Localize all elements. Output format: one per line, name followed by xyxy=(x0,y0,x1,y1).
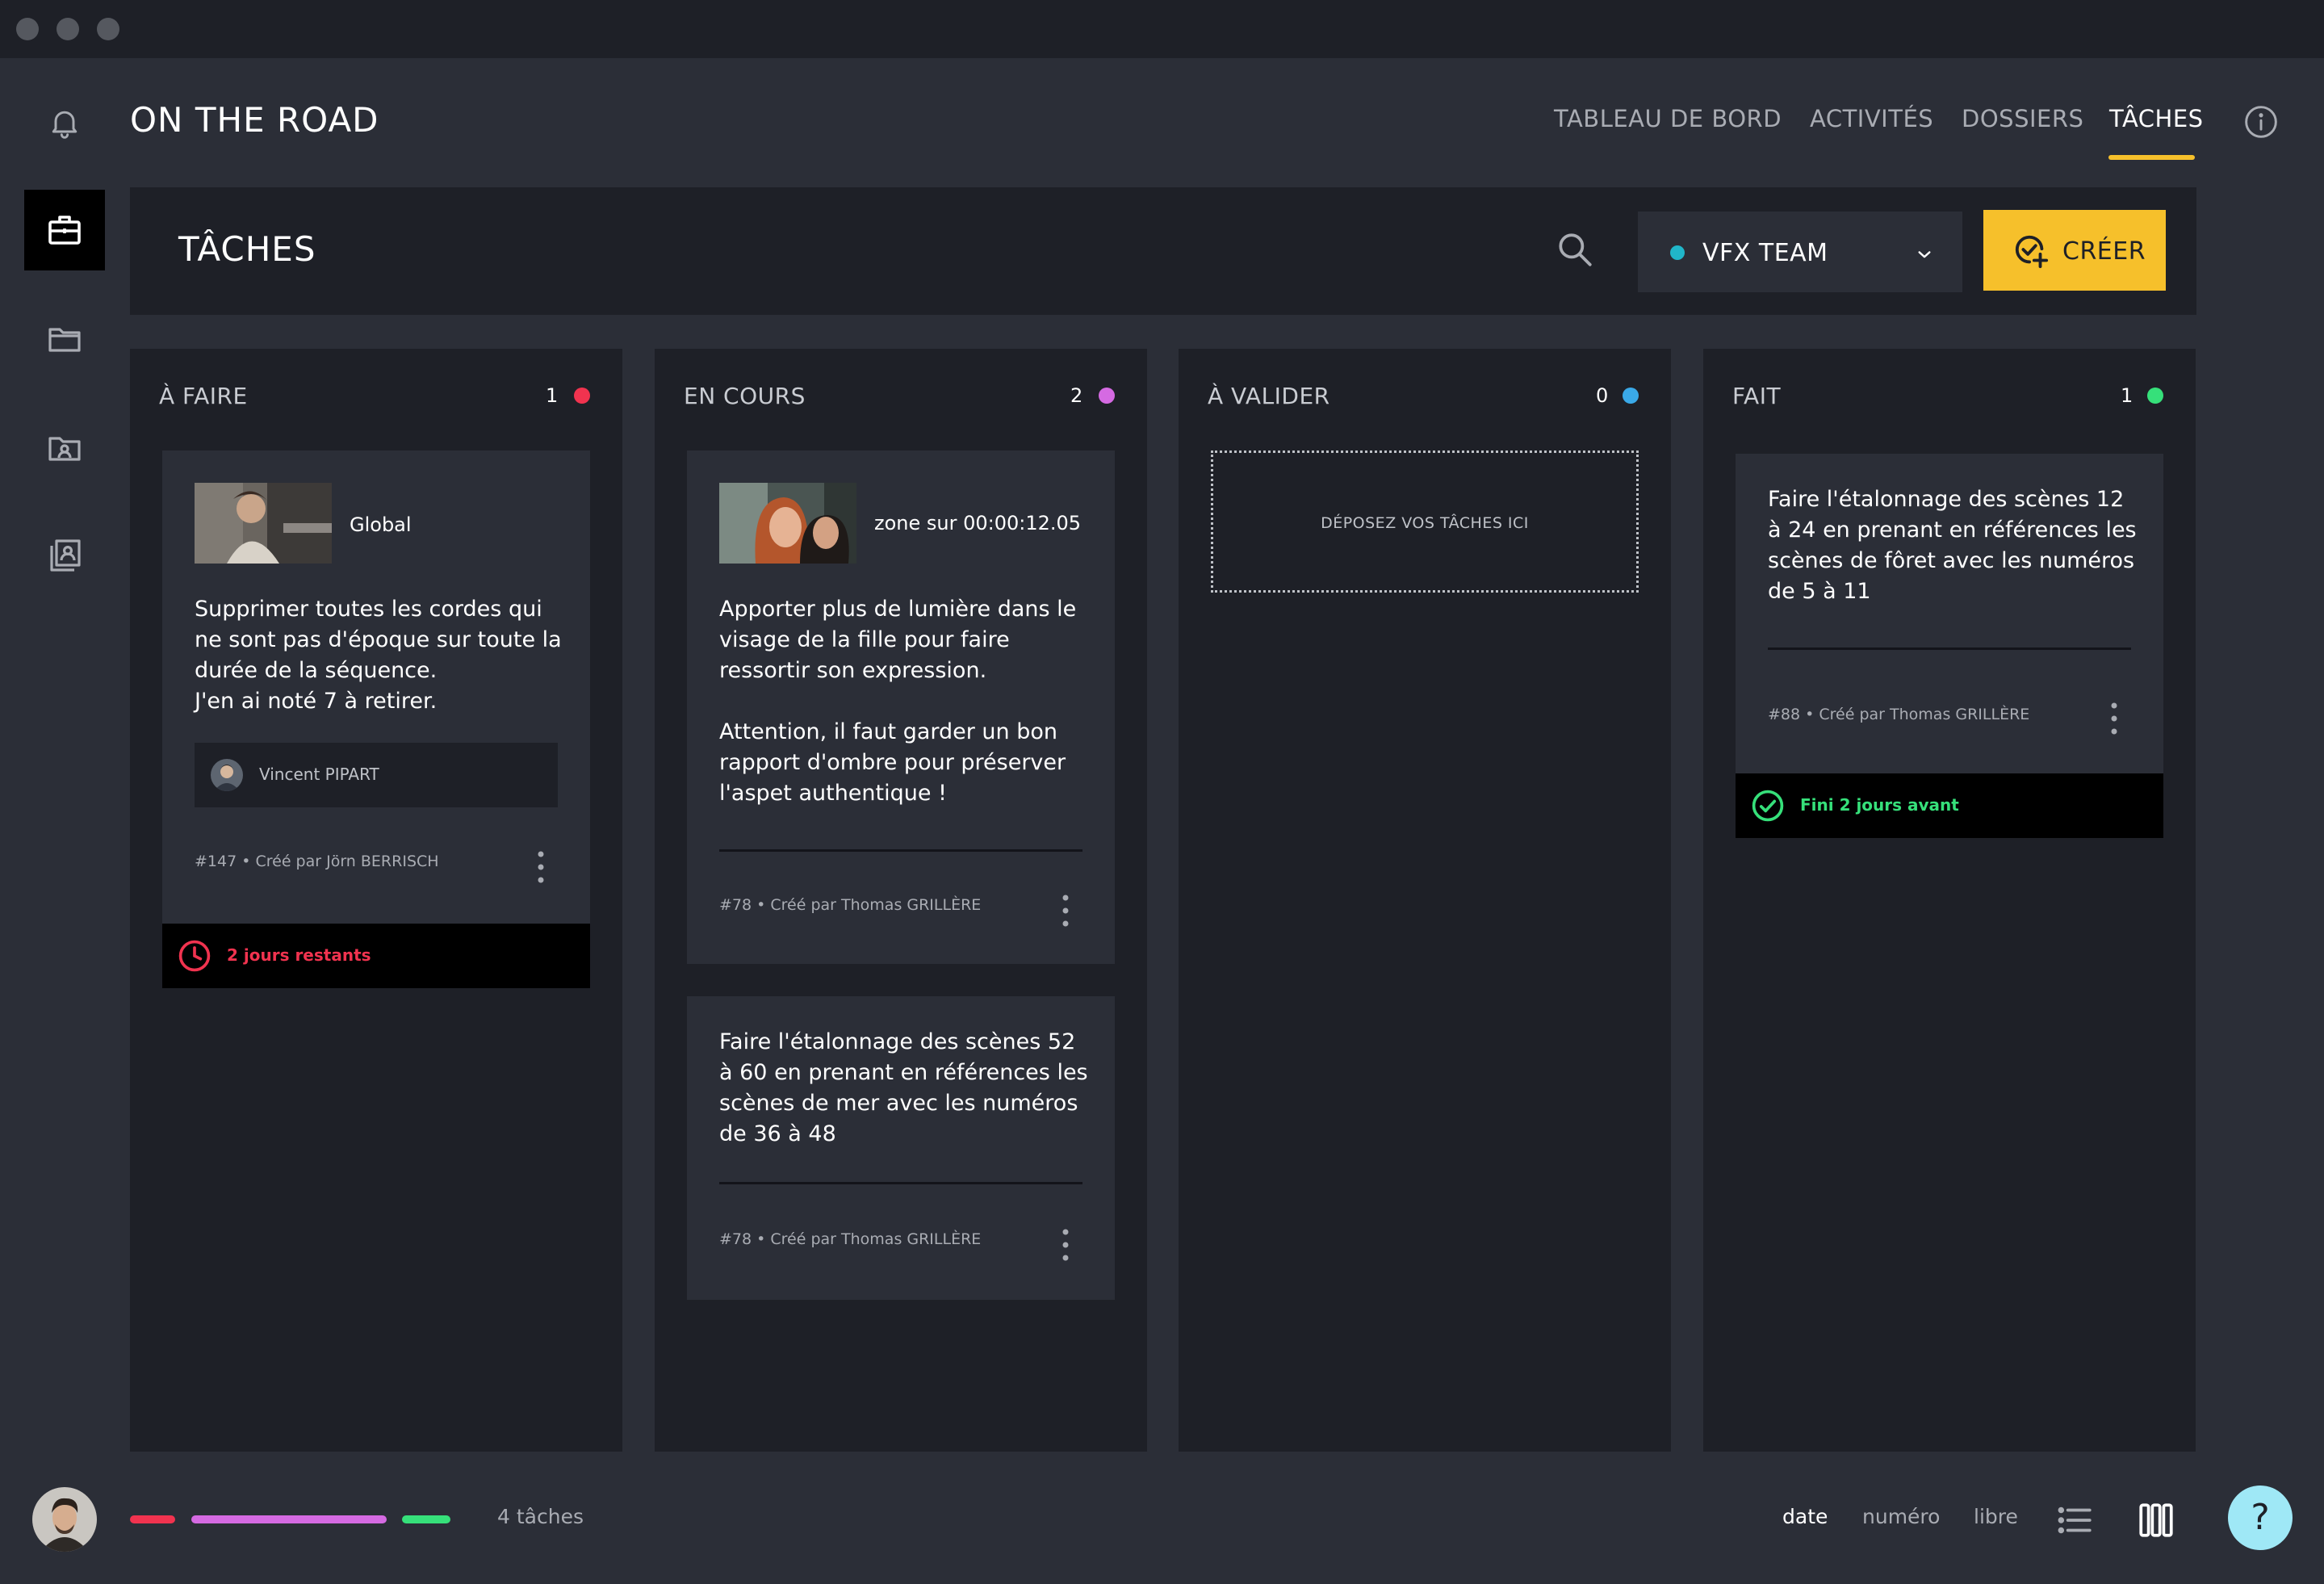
column-title: À VALIDER xyxy=(1208,383,1330,409)
more-options-icon[interactable] xyxy=(1061,1227,1070,1263)
contacts-icon xyxy=(50,539,81,572)
completion-text: Fini 2 jours avant xyxy=(1800,795,1959,815)
add-task-icon xyxy=(2015,235,2049,269)
page-header: TÂCHES VFX TEAM CRÉER xyxy=(130,187,2196,315)
nav-activites[interactable]: ACTIVITÉS xyxy=(1810,105,1933,132)
avatar[interactable] xyxy=(32,1487,97,1552)
task-deadline-footer: 2 jours restants xyxy=(162,924,590,988)
column-status-dot xyxy=(2147,388,2163,404)
card-divider xyxy=(719,849,1082,852)
team-select-label: VFX TEAM xyxy=(1702,239,1828,267)
sort-free[interactable]: libre xyxy=(1974,1505,2018,1528)
board-view-icon[interactable] xyxy=(2136,1500,2176,1540)
deadline-text: 2 jours restants xyxy=(227,945,371,965)
column-status-dot xyxy=(1623,388,1639,404)
clock-icon xyxy=(178,940,211,972)
column-todo: À FAIRE 1 Global Supprimer toutes les co… xyxy=(130,349,622,1452)
column-title: À FAIRE xyxy=(159,383,248,409)
briefcase-icon xyxy=(48,216,81,245)
task-description: Apporter plus de lumière dans le visage … xyxy=(719,597,1077,806)
task-card[interactable]: Faire l'étalonnage des scènes 12 à 24 en… xyxy=(1736,454,2163,773)
task-card[interactable]: Faire l'étalonnage des scènes 52 à 60 en… xyxy=(687,996,1115,1300)
task-scope-label: Global xyxy=(350,513,412,536)
task-meta: #88 • Créé par Thomas GRILLÈRE xyxy=(1768,706,2030,723)
user-folder-icon xyxy=(48,437,81,461)
task-description: Faire l'étalonnage des scènes 12 à 24 en… xyxy=(1768,487,2137,604)
team-select[interactable]: VFX TEAM xyxy=(1638,212,1962,292)
column-title: EN COURS xyxy=(684,383,806,409)
progress-in-progress xyxy=(191,1515,387,1523)
task-description: Faire l'étalonnage des scènes 52 à 60 en… xyxy=(719,1029,1088,1146)
column-done: FAIT 1 Faire l'étalonnage des scènes 12 … xyxy=(1703,349,2196,1452)
team-color-dot xyxy=(1670,245,1685,260)
column-count: 1 xyxy=(546,384,559,407)
task-card[interactable]: Global Supprimer toutes les cordes qui n… xyxy=(162,450,590,924)
nav-active-indicator xyxy=(2108,155,2195,160)
task-meta: #78 • Créé par Thomas GRILLÈRE xyxy=(719,896,982,914)
page-title: TÂCHES xyxy=(178,229,316,269)
task-dropzone[interactable]: DÉPOSEZ VOS TÂCHES ICI xyxy=(1211,450,1639,593)
column-count: 2 xyxy=(1070,384,1083,407)
avatar xyxy=(211,759,243,791)
card-divider xyxy=(1768,647,2131,650)
task-completion-footer: Fini 2 jours avant xyxy=(1736,773,2163,838)
column-status-dot xyxy=(574,388,590,404)
column-count: 0 xyxy=(1596,384,1609,407)
task-count: 4 tâches xyxy=(497,1505,584,1528)
task-meta: #78 • Créé par Thomas GRILLÈRE xyxy=(719,1230,982,1248)
info-icon[interactable] xyxy=(2243,104,2279,140)
create-button[interactable]: CRÉER xyxy=(1983,210,2166,291)
window-titlebar xyxy=(0,0,2324,58)
folder-icon xyxy=(48,328,81,352)
window-close-button[interactable] xyxy=(16,18,39,40)
dropzone-label: DÉPOSEZ VOS TÂCHES ICI xyxy=(1321,514,1529,532)
chevron-down-icon xyxy=(1918,251,1931,258)
column-count: 1 xyxy=(2121,384,2133,407)
list-view-icon[interactable] xyxy=(2054,1500,2095,1540)
sidebar-item-folders[interactable] xyxy=(24,299,105,379)
task-thumbnail xyxy=(195,483,332,564)
task-thumbnail xyxy=(719,483,856,564)
nav-taches[interactable]: TÂCHES xyxy=(2109,105,2204,132)
sort-by-number[interactable]: numéro xyxy=(1862,1505,1940,1528)
task-meta: #147 • Créé par Jörn BERRISCH xyxy=(195,853,439,870)
card-divider xyxy=(719,1182,1082,1184)
sidebar-item-contacts[interactable] xyxy=(24,515,105,596)
progress-todo xyxy=(130,1515,175,1523)
sort-by-date[interactable]: date xyxy=(1782,1505,1828,1528)
assignee-name: Vincent PIPART xyxy=(259,765,379,784)
app-title: ON THE ROAD xyxy=(130,100,379,140)
sidebar-item-shared-folders[interactable] xyxy=(24,408,105,488)
task-timecode-label: zone sur 00:00:12.05 xyxy=(874,512,1082,534)
column-to-validate: À VALIDER 0 DÉPOSEZ VOS TÂCHES ICI xyxy=(1179,349,1671,1452)
create-button-label: CRÉER xyxy=(2062,237,2146,266)
sidebar-item-tasks[interactable] xyxy=(24,190,105,270)
column-in-progress: EN COURS 2 zone sur 00:00:12.05 Apporter… xyxy=(655,349,1147,1452)
column-status-dot xyxy=(1099,388,1115,404)
nav-tableau-de-bord[interactable]: TABLEAU DE BORD xyxy=(1554,105,1782,132)
window-minimize-button[interactable] xyxy=(57,18,79,40)
window-zoom-button[interactable] xyxy=(97,18,119,40)
more-options-icon[interactable] xyxy=(2109,701,2119,736)
more-options-icon[interactable] xyxy=(1061,893,1070,928)
column-title: FAIT xyxy=(1732,383,1782,409)
task-card[interactable]: zone sur 00:00:12.05 Apporter plus de lu… xyxy=(687,450,1115,964)
assignee-chip[interactable]: Vincent PIPART xyxy=(195,743,558,807)
help-button[interactable]: ? xyxy=(2228,1486,2293,1550)
app-header: ON THE ROAD TABLEAU DE BORD ACTIVITÉS DO… xyxy=(0,58,2324,187)
nav-dossiers[interactable]: DOSSIERS xyxy=(1962,105,2083,132)
bottom-bar: 4 tâches date numéro libre ? xyxy=(0,1471,2324,1584)
more-options-icon[interactable] xyxy=(536,849,546,885)
search-icon[interactable] xyxy=(1555,229,1595,270)
task-description: Supprimer toutes les cordes qui ne sont … xyxy=(195,597,562,714)
progress-done xyxy=(402,1515,450,1523)
check-circle-icon xyxy=(1752,790,1784,822)
bell-icon[interactable] xyxy=(47,105,82,140)
